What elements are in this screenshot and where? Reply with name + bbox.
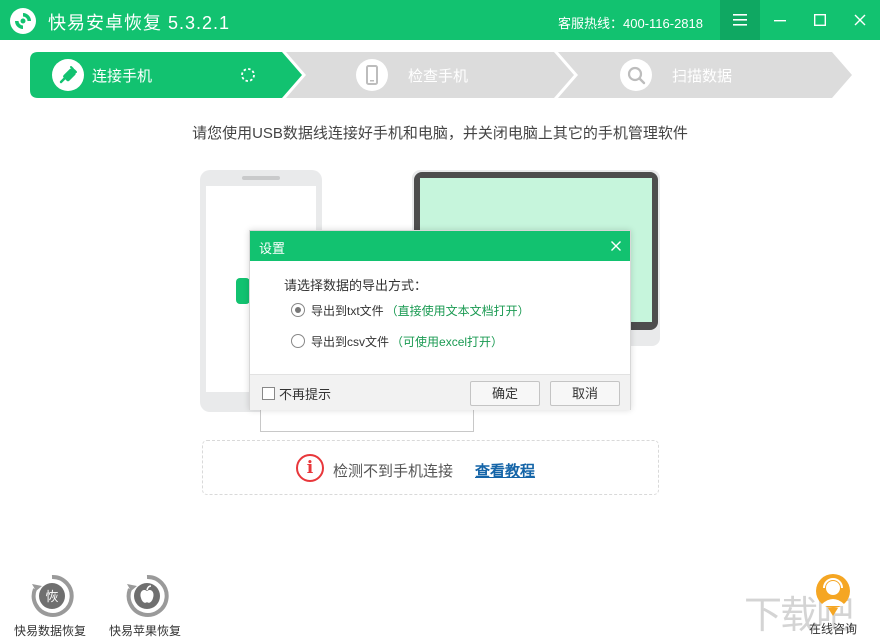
hamburger-icon (733, 14, 747, 26)
minimize-icon (774, 20, 786, 22)
connection-instruction: 请您使用USB数据线连接好手机和电脑，并关闭电脑上其它的手机管理软件 (192, 125, 688, 142)
close-button[interactable] (840, 0, 880, 40)
warning-info-icon: i (296, 454, 324, 482)
phone-speaker (242, 176, 280, 180)
txt-option-label: 导出到txt文件 (311, 303, 384, 318)
minimize-button[interactable] (760, 0, 800, 40)
apple-recovery-icon (126, 574, 169, 617)
txt-radio[interactable] (291, 303, 305, 317)
svg-text:恢: 恢 (45, 590, 58, 605)
settings-dialog: 设置 请选择数据的导出方式： 导出到txt文件 （直接使用文本文档打开） 导出到… (249, 230, 631, 410)
step-2-label: 检查手机 (408, 68, 469, 85)
csv-radio[interactable] (291, 334, 305, 348)
customer-service-icon (816, 574, 850, 616)
app-logo-icon (10, 8, 36, 34)
app-title: 快易安卓恢复 5.3.2.1 (48, 13, 231, 33)
menu-button[interactable] (720, 0, 760, 40)
no-prompt-label: 不再提示 (279, 387, 332, 402)
data-recovery-icon: 恢 (31, 574, 74, 617)
no-prompt-checkbox[interactable] (262, 387, 275, 400)
csv-option-hint: （可使用excel打开） (391, 334, 504, 349)
confirm-button[interactable]: 确定 (470, 381, 540, 406)
data-recovery-tool[interactable]: 恢 快易数据恢复 (10, 574, 90, 638)
dialog-close-icon[interactable] (607, 237, 625, 255)
export-txt-option[interactable]: 导出到txt文件 （直接使用文本文档打开） (291, 301, 530, 319)
loading-spinner-icon (241, 68, 255, 82)
magnifier-icon (627, 66, 646, 85)
apple-recovery-label: 快易苹果恢复 (108, 624, 181, 638)
step-3-label: 扫描数据 (672, 68, 733, 85)
txt-option-hint: （直接使用文本文档打开） (385, 303, 530, 318)
apple-recovery-tool[interactable]: 快易苹果恢复 (105, 574, 185, 638)
maximize-icon (814, 14, 826, 26)
dialog-footer: 不再提示 确定 取消 (250, 374, 630, 410)
phone-icon (366, 65, 378, 85)
step-3-icon-circle (620, 59, 652, 91)
view-tutorial-link[interactable]: 查看教程 (475, 460, 535, 481)
export-csv-option[interactable]: 导出到csv文件 （可使用excel打开） (291, 332, 503, 350)
csv-option-label: 导出到csv文件 (311, 334, 390, 349)
online-consult-button[interactable]: 在线咨询 (800, 572, 866, 638)
online-consult-label: 在线咨询 (808, 622, 857, 636)
android-icon (236, 278, 250, 304)
close-icon (854, 14, 866, 26)
step-1-label: 连接手机 (92, 68, 153, 85)
dialog-title: 设置 (259, 241, 286, 256)
title-bar: 快易安卓恢复 5.3.2.1 客服热线：400-116-2818 (0, 0, 880, 40)
step-1-icon-circle (52, 59, 84, 91)
export-method-prompt: 请选择数据的导出方式： (284, 278, 428, 293)
dialog-header: 设置 (250, 231, 630, 261)
cancel-button[interactable]: 取消 (550, 381, 620, 406)
data-recovery-label: 快易数据恢复 (13, 624, 86, 638)
progress-steps: 连接手机 检查手机 扫描数据 (30, 52, 852, 98)
maximize-button[interactable] (800, 0, 840, 40)
connection-status-text: 检测不到手机连接 (333, 463, 454, 480)
step-2-icon-circle (356, 59, 388, 91)
plug-icon (59, 66, 77, 84)
hotline-text: 客服热线：400-116-2818 (558, 16, 703, 31)
